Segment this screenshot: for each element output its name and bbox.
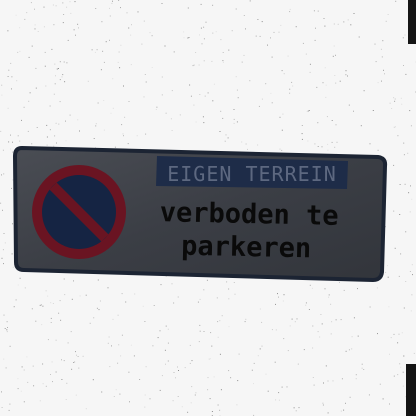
sign-line-1: verboden te bbox=[159, 197, 338, 232]
banner-text: EIGEN TERREIN bbox=[167, 162, 337, 186]
parking-sign: EIGEN TERREIN verboden te parkeren bbox=[12, 145, 388, 283]
sign-line-2: parkeren bbox=[181, 231, 312, 265]
photo-scene: EIGEN TERREIN verboden te parkeren bbox=[0, 0, 416, 416]
no-parking-icon bbox=[32, 165, 126, 259]
banner: EIGEN TERREIN bbox=[156, 156, 348, 189]
